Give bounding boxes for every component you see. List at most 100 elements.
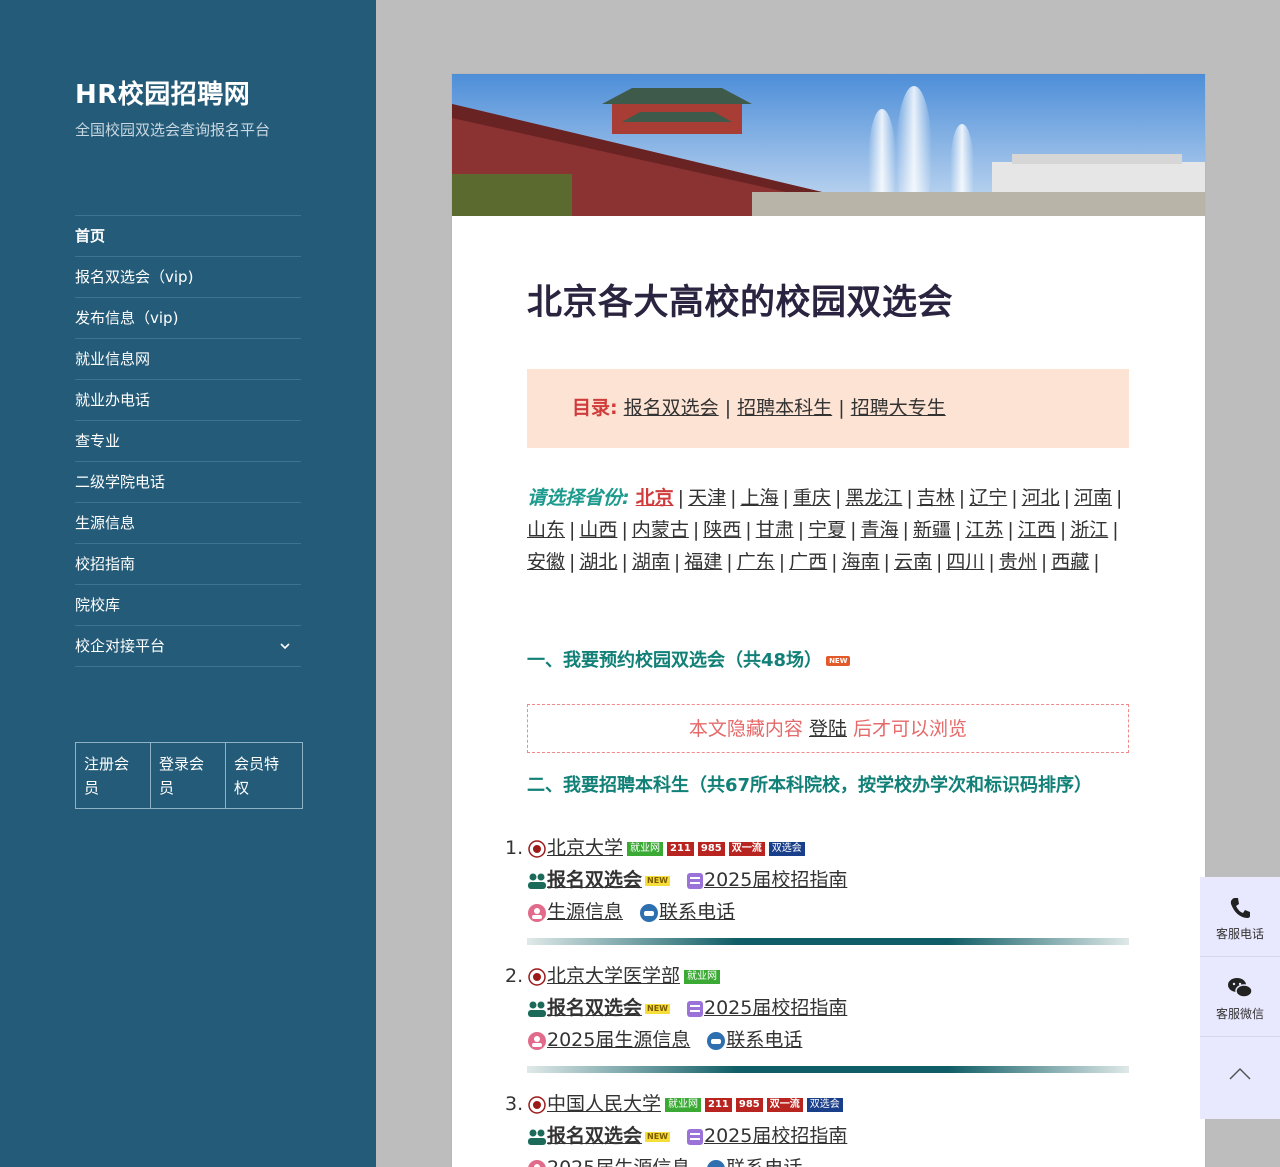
person-icon bbox=[528, 1031, 546, 1050]
province-link[interactable]: 江西 bbox=[1018, 519, 1056, 541]
university-name-link[interactable]: 北京大学医学部 bbox=[547, 965, 680, 987]
section-fairs-heading: 一、我要预约校园双选会（共48场） NEW bbox=[527, 646, 851, 672]
tag-badge: 双选会 bbox=[806, 1097, 843, 1112]
service-phone-button[interactable]: 客服电话 bbox=[1200, 877, 1280, 957]
site-title[interactable]: HR校园招聘网 bbox=[75, 74, 250, 111]
signpost-icon bbox=[687, 1128, 703, 1145]
province-link[interactable]: 湖南 bbox=[632, 551, 670, 573]
tag-badge: 就业网 bbox=[627, 841, 664, 856]
province-link[interactable]: 上海 bbox=[741, 487, 779, 509]
toc-link-college[interactable]: 招聘大专生 bbox=[851, 397, 946, 419]
person-icon bbox=[528, 903, 546, 922]
province-link[interactable]: 河南 bbox=[1074, 487, 1112, 509]
nav-item-job-info[interactable]: 就业信息网 bbox=[75, 339, 301, 380]
new-badge: NEW bbox=[826, 656, 851, 666]
recruit-guide-link[interactable]: 2025届校招指南 bbox=[704, 869, 847, 891]
new-badge: NEW bbox=[645, 1131, 670, 1142]
province-separator: | bbox=[1007, 519, 1014, 541]
province-separator: | bbox=[1116, 487, 1123, 509]
fair-signup-link[interactable]: 报名双选会 bbox=[547, 869, 642, 891]
person-icon bbox=[528, 1159, 546, 1167]
nav-item-platform[interactable]: 校企对接平台 bbox=[75, 626, 301, 667]
divider bbox=[527, 1066, 1129, 1073]
province-link[interactable]: 福建 bbox=[684, 551, 722, 573]
fair-signup-link[interactable]: 报名双选会 bbox=[547, 997, 642, 1019]
contact-phone-link[interactable]: 联系电话 bbox=[726, 1157, 802, 1167]
nav-item-guide[interactable]: 校招指南 bbox=[75, 544, 301, 585]
nav-item-students[interactable]: 生源信息 bbox=[75, 503, 301, 544]
section-fairs-title: 一、我要预约校园双选会（共48场） bbox=[527, 650, 823, 671]
register-button[interactable]: 注册会员 bbox=[76, 743, 151, 808]
university-name-link[interactable]: 北京大学 bbox=[547, 837, 623, 859]
province-link[interactable]: 海南 bbox=[842, 551, 880, 573]
recruit-guide-link[interactable]: 2025届校招指南 bbox=[704, 997, 847, 1019]
province-link[interactable]: 重庆 bbox=[793, 487, 831, 509]
province-separator: | bbox=[834, 487, 842, 509]
fair-signup-link[interactable]: 报名双选会 bbox=[547, 1125, 642, 1147]
province-link[interactable]: 新疆 bbox=[913, 519, 951, 541]
recruit-guide-link[interactable]: 2025届校招指南 bbox=[704, 1125, 847, 1147]
province-separator: | bbox=[831, 551, 838, 573]
province-link[interactable]: 山东 bbox=[527, 519, 565, 541]
nav-item-college-phone[interactable]: 二级学院电话 bbox=[75, 462, 301, 503]
signpost-icon bbox=[687, 872, 703, 889]
province-link[interactable]: 天津 bbox=[688, 487, 726, 509]
province-separator: | bbox=[621, 519, 628, 541]
toc-link-fair[interactable]: 报名双选会 bbox=[624, 397, 719, 419]
nav-item-schools[interactable]: 院校库 bbox=[75, 585, 301, 626]
province-link[interactable]: 陕西 bbox=[703, 519, 741, 541]
login-button[interactable]: 登录会员 bbox=[151, 743, 226, 808]
student-source-link[interactable]: 生源信息 bbox=[547, 901, 623, 923]
province-separator: | bbox=[958, 487, 966, 509]
province-link[interactable]: 江苏 bbox=[965, 519, 1003, 541]
nav-item-office-phone[interactable]: 就业办电话 bbox=[75, 380, 301, 421]
province-link[interactable]: 内蒙古 bbox=[632, 519, 689, 541]
province-link[interactable]: 广西 bbox=[789, 551, 827, 573]
toc-label: 目录: bbox=[572, 397, 618, 419]
nav-item-fair-signup[interactable]: 报名双选会（vip) bbox=[75, 257, 301, 298]
signpost-icon bbox=[687, 1000, 703, 1017]
chevron-down-icon[interactable] bbox=[279, 626, 291, 666]
login-link[interactable]: 登陆 bbox=[809, 718, 847, 740]
nav-item-publish[interactable]: 发布信息（vip) bbox=[75, 298, 301, 339]
province-link[interactable]: 山西 bbox=[579, 519, 617, 541]
province-link[interactable]: 浙江 bbox=[1070, 519, 1108, 541]
back-to-top-button[interactable] bbox=[1200, 1037, 1280, 1117]
nav-item-home[interactable]: 首页 bbox=[75, 216, 301, 257]
university-logo-icon bbox=[528, 839, 546, 858]
users-icon bbox=[528, 1001, 546, 1017]
privilege-button[interactable]: 会员特权 bbox=[226, 743, 301, 808]
province-link[interactable]: 贵州 bbox=[999, 551, 1037, 573]
province-separator: | bbox=[1059, 519, 1067, 541]
province-link[interactable]: 辽宁 bbox=[969, 487, 1007, 509]
province-link[interactable]: 甘肃 bbox=[756, 519, 794, 541]
province-link[interactable]: 黑龙江 bbox=[845, 487, 902, 509]
province-link[interactable]: 广东 bbox=[737, 551, 775, 573]
contact-phone-link[interactable]: 联系电话 bbox=[659, 901, 735, 923]
province-link[interactable]: 青海 bbox=[861, 519, 899, 541]
tag-badge: 985 bbox=[697, 841, 725, 856]
province-link[interactable]: 湖北 bbox=[579, 551, 617, 573]
province-link[interactable]: 宁夏 bbox=[808, 519, 846, 541]
toc-link-undergrad[interactable]: 招聘本科生 bbox=[737, 397, 832, 419]
province-link[interactable]: 安徽 bbox=[527, 551, 565, 573]
list-number: 1. bbox=[505, 837, 524, 859]
sidebar: HR校园招聘网 全国校园双选会查询报名平台 首页 报名双选会（vip) 发布信息… bbox=[0, 0, 376, 1167]
contact-phone-link[interactable]: 联系电话 bbox=[726, 1029, 802, 1051]
province-link[interactable]: 河北 bbox=[1022, 487, 1060, 509]
province-separator: | bbox=[1040, 551, 1048, 573]
province-separator: | bbox=[902, 519, 909, 541]
student-source-link[interactable]: 2025届生源信息 bbox=[547, 1029, 690, 1051]
province-link[interactable]: 四川 bbox=[946, 551, 984, 573]
divider bbox=[527, 938, 1129, 945]
university-name-link[interactable]: 中国人民大学 bbox=[547, 1093, 661, 1115]
service-wechat-button[interactable]: 客服微信 bbox=[1200, 957, 1280, 1037]
province-link[interactable]: 西藏 bbox=[1051, 551, 1089, 573]
province-link[interactable]: 云南 bbox=[894, 551, 932, 573]
student-source-link[interactable]: 2025届生源信息 bbox=[547, 1157, 690, 1167]
university-item: 3. 中国人民大学 就业网 211 985 双一流 双选会 报名双选会 NEW 2025届校招指南… bbox=[505, 1088, 1129, 1167]
province-link[interactable]: 北京 bbox=[636, 487, 674, 509]
province-link[interactable]: 吉林 bbox=[917, 487, 955, 509]
nav-item-majors[interactable]: 查专业 bbox=[75, 421, 301, 462]
tag-badge: 双一流 bbox=[766, 1097, 803, 1112]
